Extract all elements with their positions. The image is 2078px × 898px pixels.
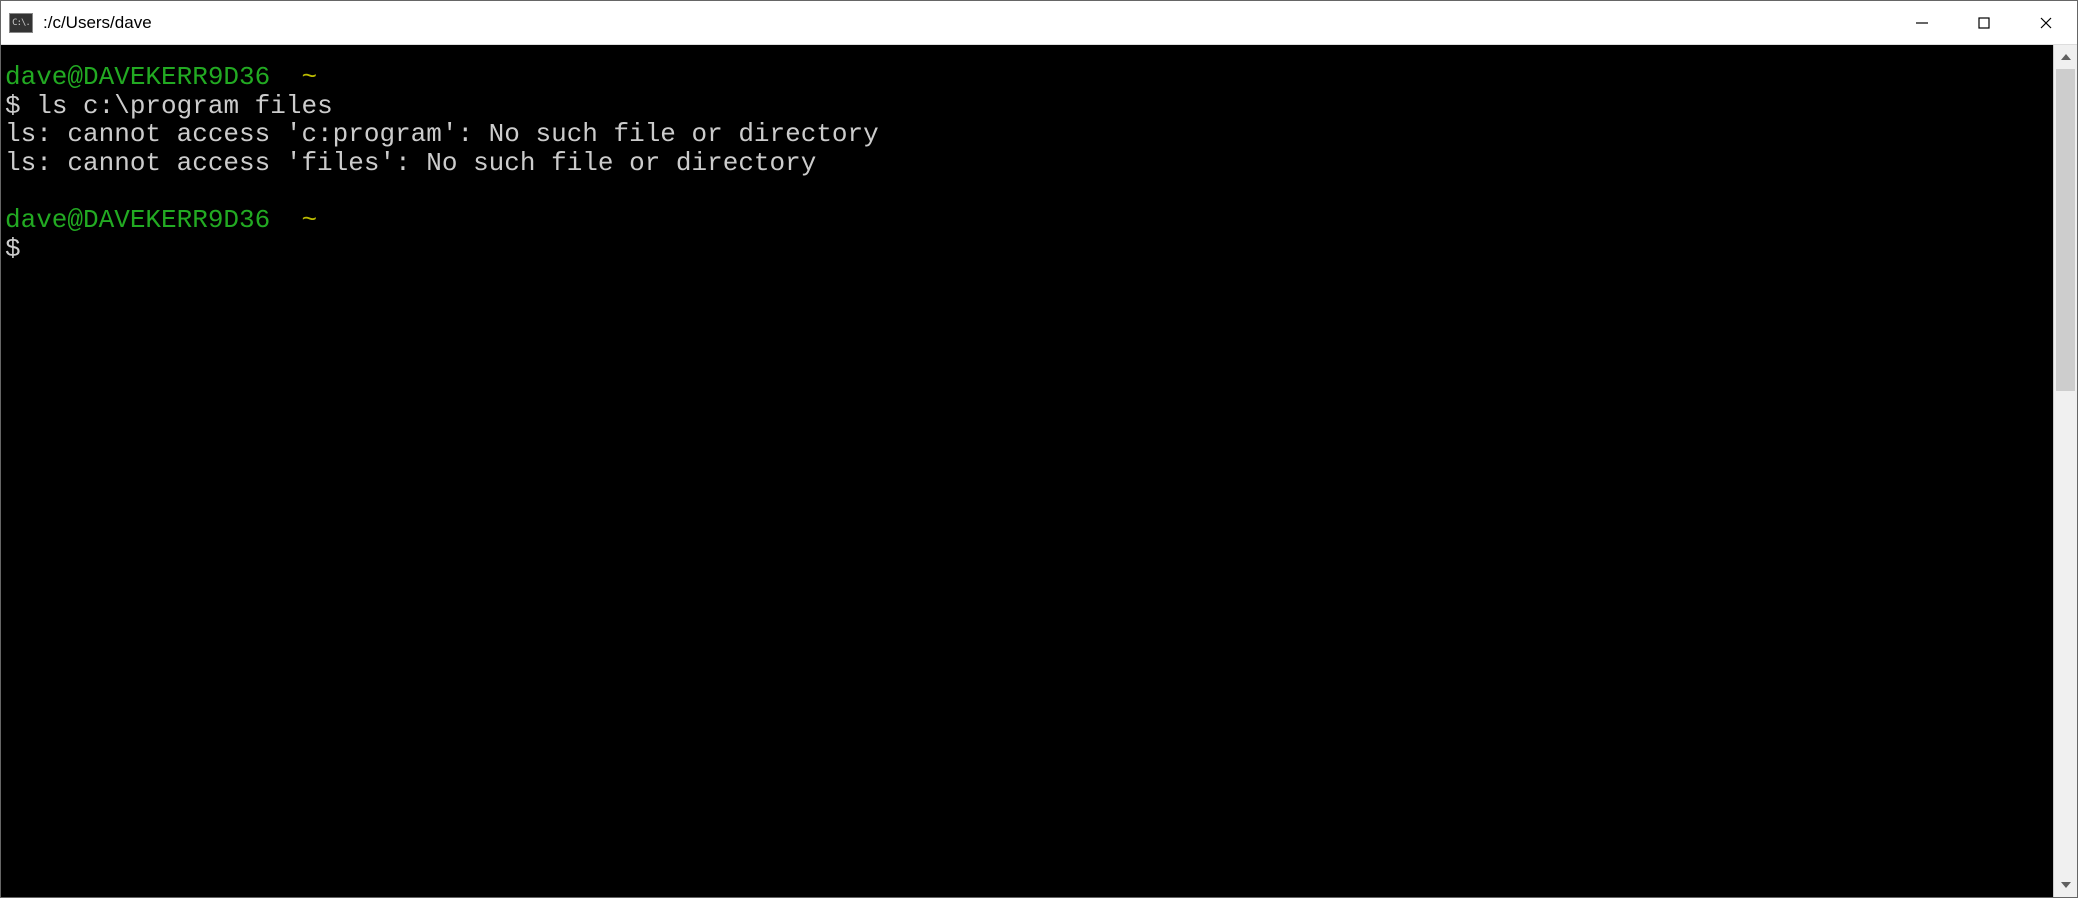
- maximize-icon: [1977, 16, 1991, 30]
- minimize-icon: [1915, 16, 1929, 30]
- window-titlebar: C:\. :/c/Users/dave: [1, 1, 2077, 45]
- prompt-symbol: $: [5, 234, 21, 264]
- prompt-symbol: $: [5, 91, 36, 121]
- window-controls: [1891, 1, 2077, 44]
- titlebar-left: C:\. :/c/Users/dave: [1, 13, 152, 33]
- vertical-scrollbar[interactable]: [2053, 45, 2077, 897]
- scroll-up-arrow-icon[interactable]: [2054, 45, 2077, 69]
- scroll-track[interactable]: [2054, 69, 2077, 873]
- close-button[interactable]: [2015, 1, 2077, 44]
- prompt-path: ~: [301, 205, 317, 235]
- output-line: ls: cannot access 'files': No such file …: [5, 148, 816, 178]
- prompt-user-host: dave@DAVEKERR9D36: [5, 62, 270, 92]
- scroll-down-arrow-icon[interactable]: [2054, 873, 2077, 897]
- maximize-button[interactable]: [1953, 1, 2015, 44]
- command-text: ls c:\program files: [36, 91, 332, 121]
- minimize-button[interactable]: [1891, 1, 1953, 44]
- terminal-wrapper: dave@DAVEKERR9D36 ~ $ ls c:\program file…: [1, 45, 2077, 897]
- close-icon: [2039, 16, 2053, 30]
- terminal-output-area[interactable]: dave@DAVEKERR9D36 ~ $ ls c:\program file…: [1, 45, 2053, 897]
- prompt-path: ~: [301, 62, 317, 92]
- prompt-user-host: dave@DAVEKERR9D36: [5, 205, 270, 235]
- scroll-thumb[interactable]: [2056, 69, 2075, 391]
- cmd-icon: C:\.: [9, 13, 33, 33]
- window-title: :/c/Users/dave: [43, 13, 152, 33]
- output-line: ls: cannot access 'c:program': No such f…: [5, 119, 879, 149]
